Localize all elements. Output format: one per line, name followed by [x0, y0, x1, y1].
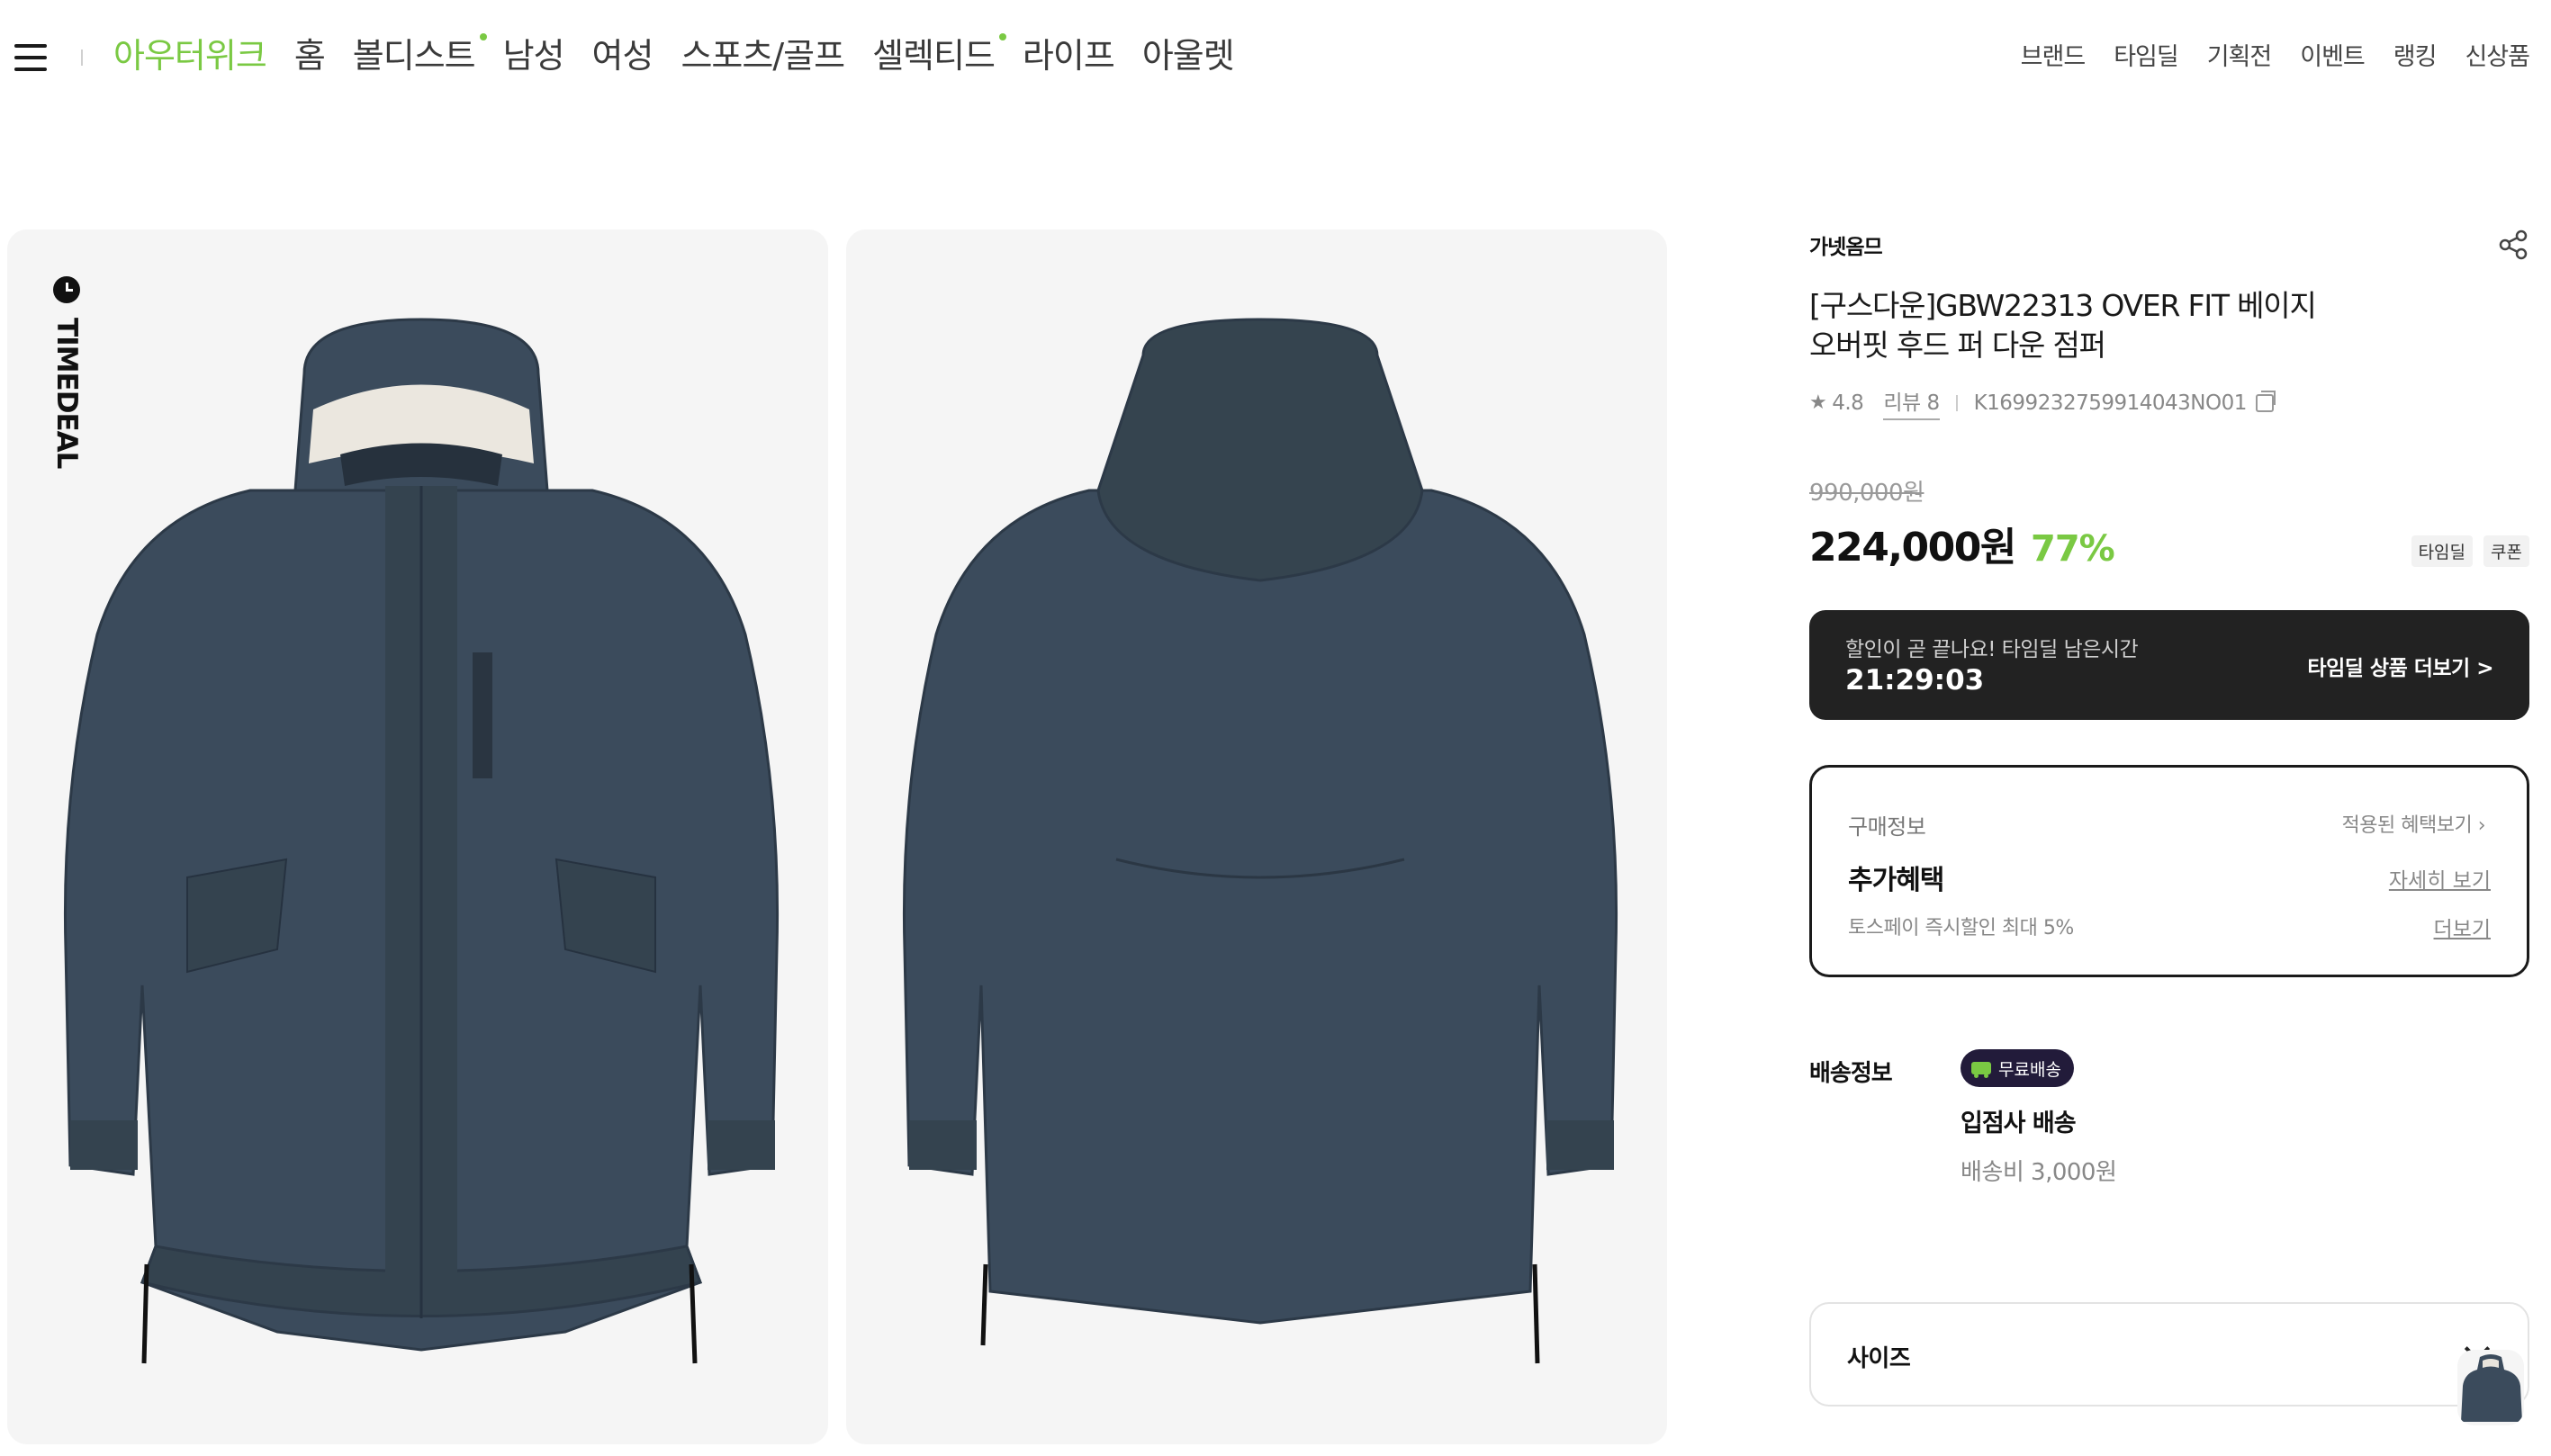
shipping-info: 배송정보 무료배송 입점사 배송 배송비 3,000원	[1809, 1049, 2529, 1193]
brand-name[interactable]: 가넷옴므	[1809, 229, 1883, 260]
purchase-info-box: 구매정보 적용된 혜택보기 › 추가혜택 자세히 보기 토스페이 즉시할인 최대…	[1809, 765, 2529, 977]
share-icon[interactable]	[2497, 229, 2529, 261]
product-code: K1699232759914043NO01	[1973, 391, 2248, 415]
price-badges: 타임딜 쿠폰	[2401, 535, 2529, 567]
tosspay-benefit: 토스페이 즉시할인 최대 5%	[1848, 917, 2074, 939]
extra-benefit-title: 추가혜택	[1848, 865, 1944, 896]
util-new[interactable]: 신상품	[2465, 41, 2530, 74]
nav-item-outlet[interactable]: 아울렛	[1142, 32, 1235, 79]
discount-rate: 77%	[2030, 528, 2115, 570]
new-dot-icon	[479, 33, 487, 40]
shipping-partner: 입점사 배송	[1961, 1110, 2077, 1137]
nav-item-outer-week[interactable]: 아우터위크	[113, 32, 267, 79]
nav-item-life[interactable]: 라이프	[1023, 32, 1115, 79]
product-meta: ★ 4.8 리뷰 8 K1699232759914043NO01	[1809, 385, 2529, 420]
util-exhibition[interactable]: 기획전	[2207, 41, 2273, 74]
nav-item-boldest[interactable]: 볼디스트	[353, 32, 487, 79]
meta-divider	[1955, 394, 1958, 411]
product-title-line2: 오버핏 후드 퍼 다운 점퍼	[1809, 328, 2106, 363]
review-link[interactable]: 리뷰 8	[1883, 385, 1940, 420]
product-title-line1: [구스다운]GBW22313 OVER FIT 베이지	[1809, 288, 2317, 323]
price-row: 224,000원 77% 타임딜 쿠폰	[1809, 515, 2529, 572]
timedeal-badge: TIMEDEAL	[50, 276, 83, 468]
jacket-back-image	[902, 318, 1618, 1364]
utility-nav: 브랜드 타임딜 기획전 이벤트 랭킹 신상품	[1992, 41, 2530, 74]
copy-icon[interactable]	[2255, 390, 2276, 412]
nav-item-selected[interactable]: 셀렉티드	[872, 32, 1006, 79]
jacket-front-image	[63, 318, 780, 1364]
util-ranking[interactable]: 랭킹	[2393, 41, 2438, 74]
util-event[interactable]: 이벤트	[2300, 41, 2366, 74]
shipping-fee: 배송비 3,000원	[1961, 1159, 2117, 1186]
clock-icon	[53, 276, 80, 303]
timedeal-more-link[interactable]: 타임딜 상품 더보기 >	[2307, 651, 2493, 681]
product-gallery: TIMEDEAL	[7, 229, 1685, 1444]
main-nav: 아우터위크 홈 볼디스트 남성 여성 스포츠/골프 셀렉티드 라이프 아울렛	[113, 32, 1262, 79]
free-shipping-badge: 무료배송	[1961, 1049, 2074, 1087]
top-header: 아우터위크 홈 볼디스트 남성 여성 스포츠/골프 셀렉티드 라이프 아울렛 브…	[0, 0, 2551, 117]
brand-row: 가넷옴므	[1809, 225, 2529, 265]
menu-icon[interactable]	[14, 44, 47, 71]
tosspay-more-link[interactable]: 더보기	[2434, 912, 2491, 942]
sale-price: 224,000원	[1809, 525, 2016, 571]
new-dot-icon	[998, 33, 1006, 40]
floating-product-thumbnail[interactable]	[2457, 1350, 2524, 1425]
product-image-front[interactable]: TIMEDEAL	[7, 229, 828, 1444]
timedeal-banner: 할인이 곧 끝나요! 타임딜 남은시간 21:29:03 타임딜 상품 더보기 …	[1809, 610, 2529, 720]
timedeal-badge-label: TIMEDEAL	[50, 318, 83, 469]
nav-divider	[81, 49, 83, 66]
star-icon: ★	[1809, 391, 1827, 414]
jacket-thumbnail-image	[2461, 1354, 2522, 1422]
applied-benefits-link[interactable]: 적용된 혜택보기 ›	[2342, 809, 2486, 838]
product-info-panel: 가넷옴므 [구스다운]GBW22313 OVER FIT 베이지 오버핏 후드 …	[1809, 225, 2529, 1193]
timedeal-tag: 타임딜	[2411, 535, 2474, 567]
truck-icon	[1971, 1062, 1991, 1078]
purchase-info-label: 구매정보	[1848, 814, 1926, 840]
util-brand[interactable]: 브랜드	[2021, 41, 2087, 74]
coupon-tag: 쿠폰	[2483, 535, 2529, 567]
timedeal-message: 할인이 곧 끝나요! 타임딜 남은시간	[1845, 638, 2139, 661]
nav-item-men[interactable]: 남성	[503, 32, 565, 79]
product-title: [구스다운]GBW22313 OVER FIT 베이지 오버핏 후드 퍼 다운 …	[1809, 286, 2529, 365]
nav-item-sports-golf[interactable]: 스포츠/골프	[681, 32, 845, 79]
util-timedeal[interactable]: 타임딜	[2114, 41, 2179, 74]
free-shipping-label: 무료배송	[1998, 1059, 2061, 1080]
shipping-label: 배송정보	[1809, 1060, 1893, 1087]
nav-item-women[interactable]: 여성	[592, 32, 654, 79]
rating-value: 4.8	[1832, 391, 1864, 415]
nav-item-home[interactable]: 홈	[294, 32, 326, 79]
original-price: 990,000원	[1809, 480, 1925, 507]
size-select[interactable]: 사이즈	[1809, 1302, 2529, 1407]
timedeal-timer: 21:29:03	[1845, 664, 1985, 697]
size-select-label: 사이즈	[1847, 1345, 1911, 1372]
product-image-back[interactable]	[846, 229, 1667, 1444]
benefit-detail-link[interactable]: 자세히 보기	[2389, 863, 2491, 894]
